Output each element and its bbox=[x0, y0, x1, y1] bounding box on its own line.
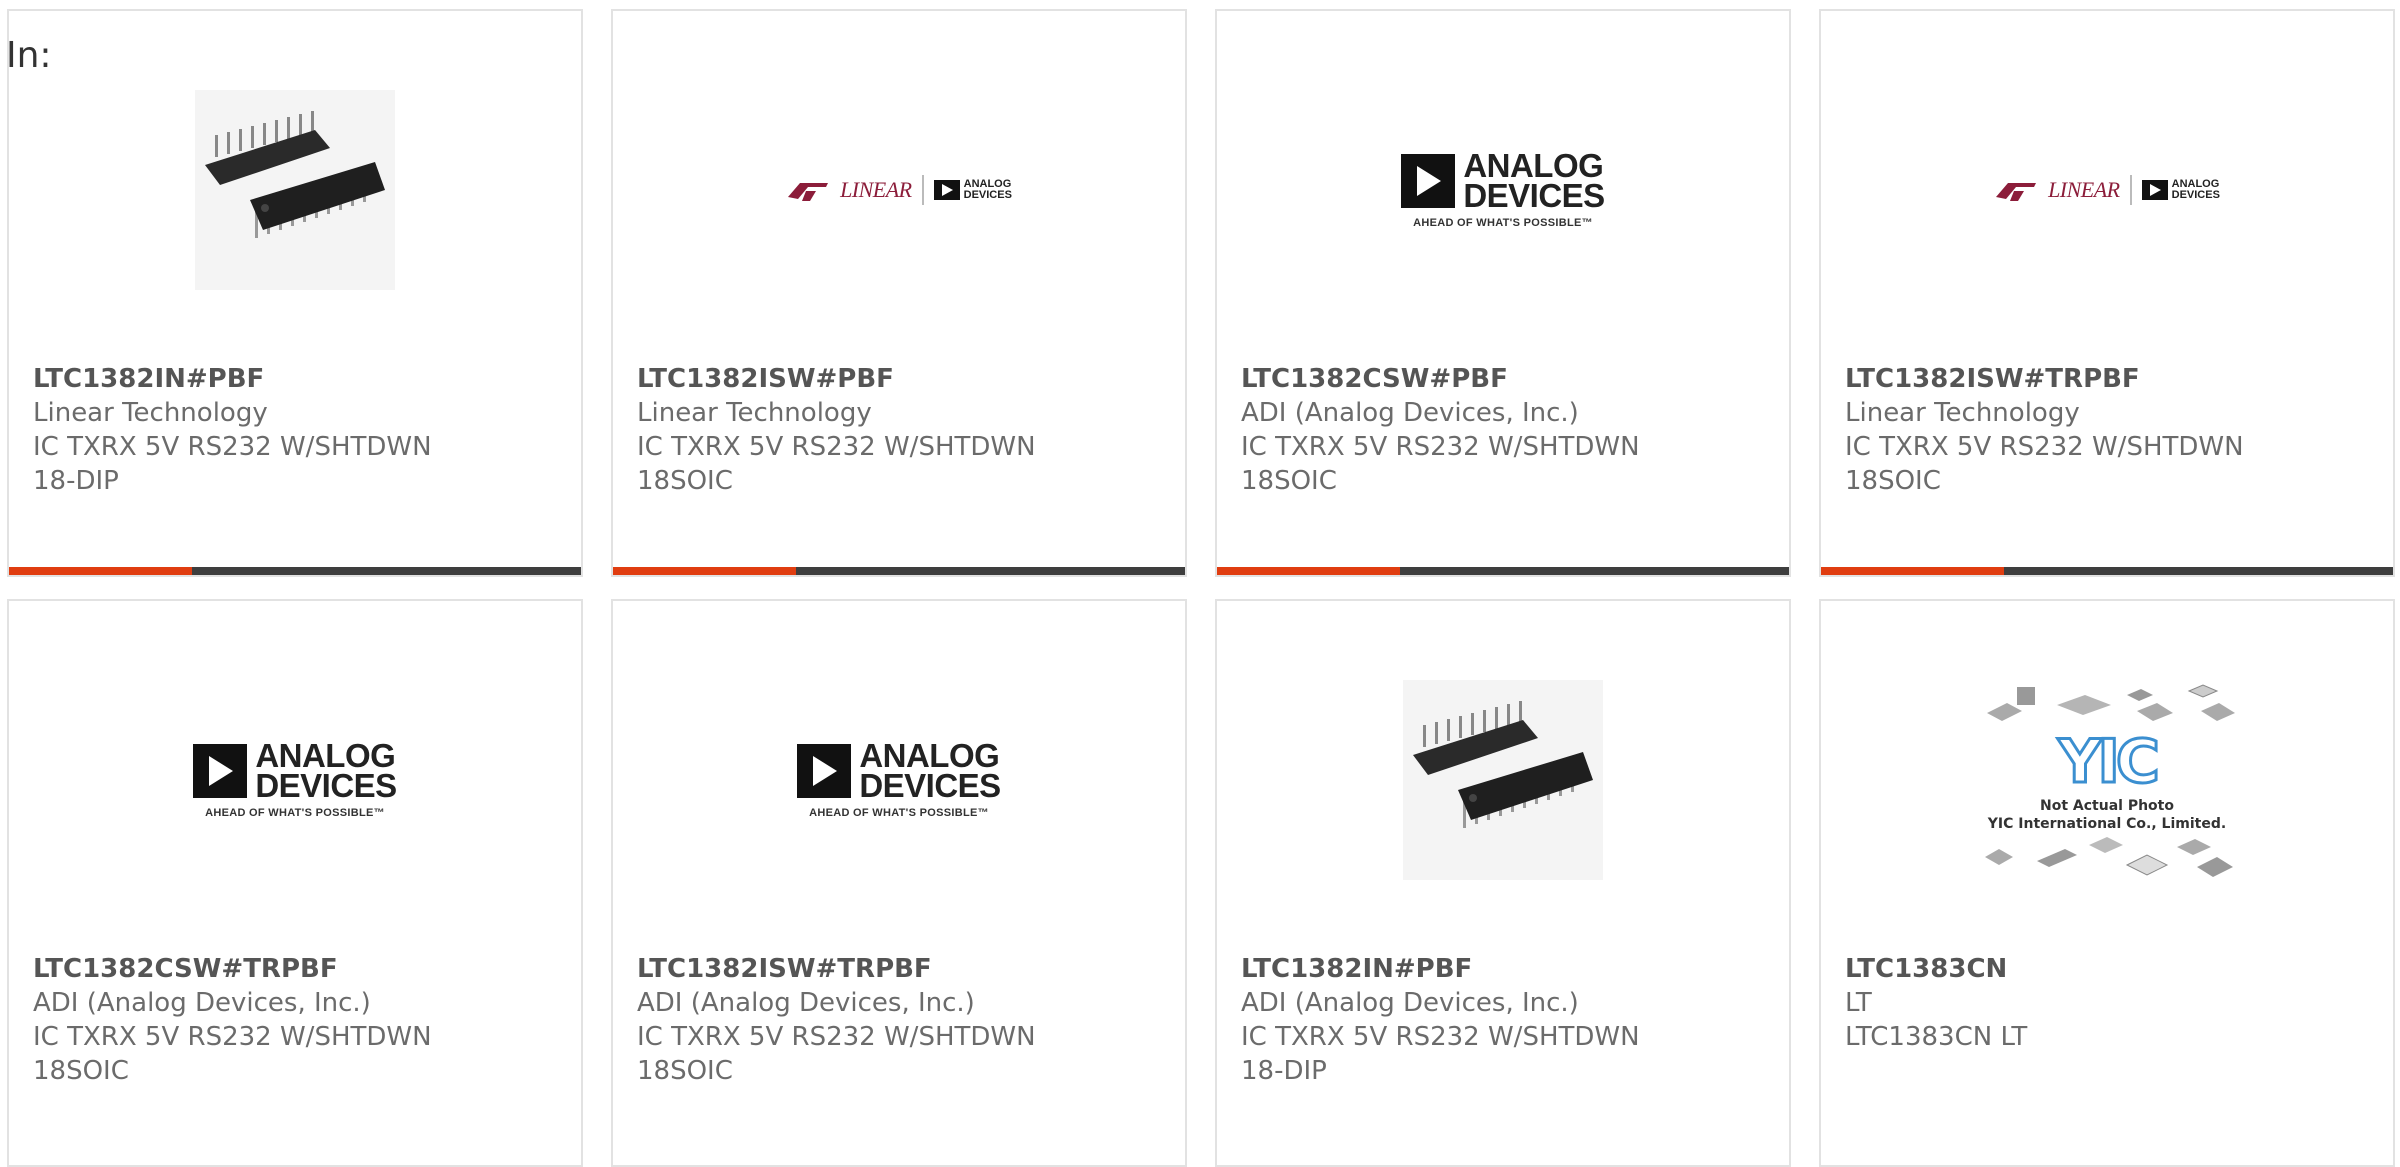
progress-fill bbox=[1821, 567, 2005, 575]
dip-chip-photo-icon bbox=[1403, 680, 1603, 880]
linear-adi-logo: LINEAR ANALOG DEVICES bbox=[1994, 175, 2220, 205]
description: IC TXRX 5V RS232 W/SHTDWN bbox=[1241, 432, 1640, 462]
chip-packages-icon bbox=[1985, 837, 2233, 877]
product-image: ANALOG DEVICES AHEAD OF WHAT'S POSSIBLE™ bbox=[613, 669, 1185, 891]
adi-tagline: AHEAD OF WHAT'S POSSIBLE™ bbox=[1413, 217, 1593, 229]
product-card[interactable]: LINEAR ANALOG DEVICES LTC1382ISW#PBF Line… bbox=[611, 9, 1187, 577]
analog-devices-icon bbox=[193, 744, 248, 798]
adi-tagline: AHEAD OF WHAT'S POSSIBLE™ bbox=[809, 807, 989, 819]
package: 18SOIC bbox=[1845, 466, 1941, 496]
progress-bar bbox=[613, 567, 1185, 575]
product-image: LINEAR ANALOG DEVICES bbox=[613, 79, 1185, 301]
in-label: In: bbox=[6, 35, 52, 76]
product-image bbox=[1217, 669, 1789, 891]
product-card[interactable]: ANALOG DEVICES AHEAD OF WHAT'S POSSIBLE™ … bbox=[611, 599, 1187, 1167]
analog-devices-icon bbox=[1401, 154, 1456, 208]
part-number[interactable]: LTC1382IN#PBF bbox=[1241, 952, 1779, 986]
product-card[interactable]: ANALOG DEVICES AHEAD OF WHAT'S POSSIBLE™ … bbox=[7, 599, 583, 1167]
part-number[interactable]: LTC1382IN#PBF bbox=[33, 362, 571, 396]
product-image: ANALOG DEVICES AHEAD OF WHAT'S POSSIBLE™ bbox=[1217, 79, 1789, 301]
analog-devices-logo: ANALOG DEVICES AHEAD OF WHAT'S POSSIBLE™ bbox=[193, 739, 397, 819]
adi-small-logo: ANALOG DEVICES bbox=[2141, 179, 2220, 201]
package: 18SOIC bbox=[637, 466, 733, 496]
yic-logo: YIC bbox=[2057, 726, 2162, 799]
linear-mark-icon bbox=[1996, 183, 2037, 201]
package: 18SOIC bbox=[33, 1056, 129, 1086]
progress-fill bbox=[613, 567, 797, 575]
product-card[interactable]: LTC1382IN#PBF Linear Technology IC TXRX … bbox=[7, 9, 583, 577]
description: IC TXRX 5V RS232 W/SHTDWN bbox=[33, 1022, 432, 1052]
package: 18-DIP bbox=[1241, 1056, 1327, 1086]
linear-wordmark: LINEAR bbox=[840, 177, 912, 202]
part-number[interactable]: LTC1382CSW#PBF bbox=[1241, 362, 1779, 396]
part-number[interactable]: LTC1382CSW#TRPBF bbox=[33, 952, 571, 986]
product-card[interactable]: ANALOG DEVICES AHEAD OF WHAT'S POSSIBLE™ … bbox=[1215, 9, 1791, 577]
dip-chip-photo-icon bbox=[195, 90, 395, 290]
product-image: YIC Not Actual Photo YIC International C… bbox=[1821, 669, 2393, 891]
adi-small-logo: ANALOG DEVICES bbox=[933, 179, 1012, 201]
analog-devices-icon bbox=[2141, 180, 2168, 200]
description: IC TXRX 5V RS232 W/SHTDWN bbox=[637, 1022, 1036, 1052]
part-number[interactable]: LTC1382ISW#PBF bbox=[637, 362, 1175, 396]
progress-bar bbox=[1217, 567, 1789, 575]
yic-caption-line-2: YIC International Co., Limited. bbox=[1987, 816, 2227, 832]
manufacturer: LT bbox=[1845, 988, 1872, 1018]
description: IC TXRX 5V RS232 W/SHTDWN bbox=[1241, 1022, 1640, 1052]
product-card[interactable]: LTC1382IN#PBF ADI (Analog Devices, Inc.)… bbox=[1215, 599, 1791, 1167]
package: 18SOIC bbox=[1241, 466, 1337, 496]
adi-tagline: AHEAD OF WHAT'S POSSIBLE™ bbox=[205, 807, 385, 819]
analog-devices-logo: ANALOG DEVICES AHEAD OF WHAT'S POSSIBLE™ bbox=[797, 739, 1001, 819]
product-grid: LTC1382IN#PBF Linear Technology IC TXRX … bbox=[0, 0, 2400, 1167]
progress-fill bbox=[9, 567, 193, 575]
yic-caption-line-1: Not Actual Photo bbox=[2040, 798, 2174, 814]
description: LTC1383CN LT bbox=[1845, 1022, 2028, 1052]
linear-mark-icon bbox=[788, 183, 829, 201]
manufacturer: ADI (Analog Devices, Inc.) bbox=[1241, 988, 1579, 1018]
logo-divider bbox=[921, 175, 924, 205]
manufacturer: Linear Technology bbox=[637, 398, 872, 428]
manufacturer: ADI (Analog Devices, Inc.) bbox=[33, 988, 371, 1018]
part-number[interactable]: LTC1383CN bbox=[1845, 952, 2383, 986]
product-image: ANALOG DEVICES AHEAD OF WHAT'S POSSIBLE™ bbox=[9, 669, 581, 891]
chip-packages-icon bbox=[1987, 684, 2235, 721]
manufacturer: ADI (Analog Devices, Inc.) bbox=[1241, 398, 1579, 428]
analog-devices-logo: ANALOG DEVICES AHEAD OF WHAT'S POSSIBLE™ bbox=[1401, 149, 1605, 229]
description: IC TXRX 5V RS232 W/SHTDWN bbox=[33, 432, 432, 462]
product-card[interactable]: YIC Not Actual Photo YIC International C… bbox=[1819, 599, 2395, 1167]
linear-adi-logo: LINEAR ANALOG DEVICES bbox=[786, 175, 1012, 205]
part-number[interactable]: LTC1382ISW#TRPBF bbox=[1845, 362, 2383, 396]
description: IC TXRX 5V RS232 W/SHTDWN bbox=[637, 432, 1036, 462]
description: IC TXRX 5V RS232 W/SHTDWN bbox=[1845, 432, 2244, 462]
manufacturer: Linear Technology bbox=[33, 398, 268, 428]
progress-fill bbox=[1217, 567, 1401, 575]
product-image: LINEAR ANALOG DEVICES bbox=[1821, 79, 2393, 301]
logo-divider bbox=[2129, 175, 2132, 205]
product-image bbox=[9, 79, 581, 301]
manufacturer: ADI (Analog Devices, Inc.) bbox=[637, 988, 975, 1018]
analog-devices-icon bbox=[933, 180, 960, 200]
linear-wordmark: LINEAR bbox=[2048, 177, 2120, 202]
product-card[interactable]: LINEAR ANALOG DEVICES LTC1382ISW#TRPBF Li… bbox=[1819, 9, 2395, 577]
package: 18-DIP bbox=[33, 466, 119, 496]
analog-devices-icon bbox=[797, 744, 852, 798]
progress-bar bbox=[9, 567, 581, 575]
package: 18SOIC bbox=[637, 1056, 733, 1086]
manufacturer: Linear Technology bbox=[1845, 398, 2080, 428]
part-number[interactable]: LTC1382ISW#TRPBF bbox=[637, 952, 1175, 986]
progress-bar bbox=[1821, 567, 2393, 575]
yic-placeholder: YIC Not Actual Photo YIC International C… bbox=[1977, 683, 2237, 877]
